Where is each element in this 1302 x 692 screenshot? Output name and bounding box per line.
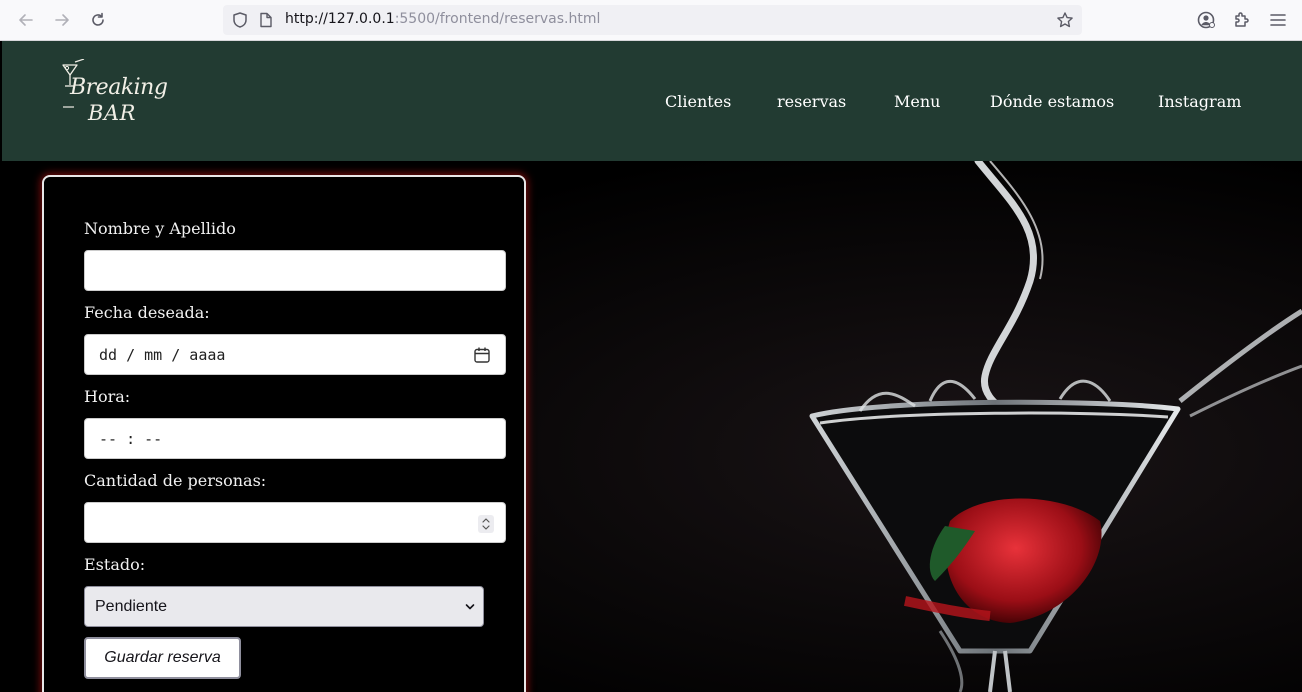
nav-link-instagram[interactable]: Instagram <box>1158 92 1241 111</box>
url-bar[interactable]: http://127.0.0.1:5500/frontend/reservas.… <box>223 5 1082 35</box>
site-header: Breaking BAR Clientes reservas Menu Dónd… <box>2 41 1302 161</box>
forward-button[interactable] <box>50 8 74 32</box>
people-input[interactable] <box>84 502 506 543</box>
number-spinner-icon[interactable] <box>478 515 494 533</box>
status-label: Estado: <box>84 555 146 574</box>
date-placeholder: dd / mm / aaaa <box>99 346 226 364</box>
date-label: Fecha deseada: <box>84 303 210 322</box>
calendar-icon[interactable] <box>473 346 491 364</box>
time-label: Hora: <box>84 387 131 406</box>
save-button-label: Guardar reserva <box>104 649 221 666</box>
nav-link-reservas[interactable]: reservas <box>777 92 846 111</box>
status-select-value: Pendiente <box>95 598 168 615</box>
nav-link-menu[interactable]: Menu <box>894 92 940 111</box>
browser-toolbar: http://127.0.0.1:5500/frontend/reservas.… <box>0 0 1302 41</box>
arrow-right-icon <box>55 14 69 26</box>
page-icon[interactable] <box>258 12 274 28</box>
back-button[interactable] <box>14 8 38 32</box>
nav-link-donde-estamos[interactable]: Dónde estamos <box>990 92 1114 111</box>
arrow-left-icon <box>19 14 33 26</box>
nav-link-clientes[interactable]: Clientes <box>665 92 731 111</box>
reload-button[interactable] <box>86 8 110 32</box>
name-input[interactable] <box>84 250 506 291</box>
save-reservation-button[interactable]: Guardar reserva <box>84 637 241 679</box>
chevron-down-icon <box>465 604 475 610</box>
account-icon[interactable] <box>1196 10 1216 30</box>
main-nav: Clientes reservas Menu Dónde estamos Ins… <box>2 92 1302 116</box>
url-path: :5500/frontend/reservas.html <box>394 11 601 27</box>
shield-icon[interactable] <box>231 11 249 29</box>
name-label: Nombre y Apellido <box>84 219 236 238</box>
date-input[interactable]: dd / mm / aaaa <box>84 334 506 375</box>
time-placeholder: -- : -- <box>99 430 163 448</box>
url-host: http://127.0.0.1 <box>285 11 395 27</box>
reservation-form: Nombre y Apellido Fecha deseada: dd / mm… <box>42 175 526 692</box>
people-label: Cantidad de personas: <box>84 471 267 490</box>
time-input[interactable]: -- : -- <box>84 418 506 459</box>
star-icon[interactable] <box>1056 11 1074 29</box>
hamburger-icon[interactable] <box>1268 10 1288 30</box>
reload-icon <box>92 12 104 26</box>
url-text[interactable]: http://127.0.0.1:5500/frontend/reservas.… <box>285 11 600 27</box>
puzzle-icon[interactable] <box>1232 10 1252 30</box>
status-select[interactable]: Pendiente <box>84 586 484 627</box>
reservation-section: Nombre y Apellido Fecha deseada: dd / mm… <box>0 161 1302 692</box>
